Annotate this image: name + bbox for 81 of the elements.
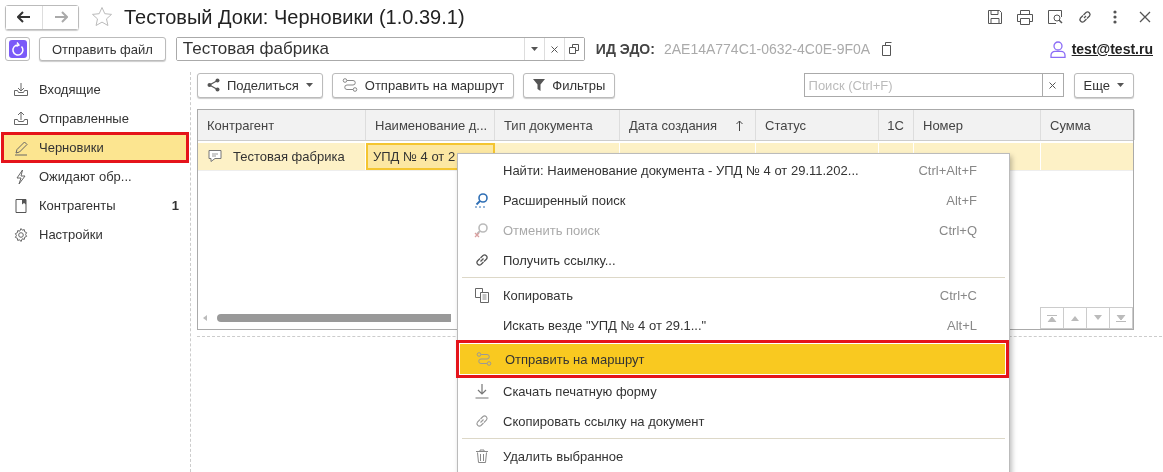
clear-search-button[interactable] [1041, 73, 1064, 97]
menu-item[interactable]: Копировать Ctrl+C [458, 280, 1005, 310]
column-header[interactable]: 1С [879, 110, 914, 140]
caret-icon [305, 83, 313, 87]
share-button[interactable]: Поделиться [197, 72, 323, 98]
first-page-icon [1047, 314, 1057, 322]
pencil-icon [13, 139, 29, 156]
organization-field[interactable]: Тестовая фабрика [175, 37, 585, 61]
shortcut-label: Ctrl+C [939, 287, 977, 303]
copy-pages-icon [474, 287, 490, 303]
magnifier-cross-icon [474, 222, 490, 238]
up-triangle-icon [1070, 315, 1080, 321]
close-icon [550, 45, 558, 53]
column-header[interactable]: Контрагент [198, 110, 366, 140]
close-icon [1049, 81, 1057, 89]
open-button[interactable] [563, 38, 584, 60]
forward-arrow-icon [53, 11, 68, 23]
preview-icon[interactable] [1046, 7, 1064, 27]
caret-icon [1117, 83, 1124, 87]
outbox-icon [13, 110, 29, 127]
sidebar-item[interactable]: Ожидают обр... [3, 163, 187, 190]
trash-icon [474, 448, 490, 464]
send-file-button[interactable]: Отправить файл [39, 37, 166, 61]
more-button[interactable]: Еще [1073, 72, 1134, 98]
send-route-button[interactable]: Отправить на маршрут [331, 72, 515, 98]
user-email-link[interactable]: test@test.ru [1071, 41, 1153, 57]
column-header[interactable]: Дата создания [620, 110, 756, 140]
route-icon [476, 351, 492, 367]
window-title: Тестовый Доки: Черновики (1.0.39.1) [124, 5, 466, 29]
save-icon[interactable] [986, 7, 1004, 27]
column-header[interactable]: Сумма [1041, 110, 1135, 140]
caret-icon [530, 47, 538, 51]
table-cell: Тестовая фабрика [233, 149, 345, 164]
menu-item[interactable]: Получить ссылку... [458, 245, 1005, 275]
last-page-icon [1116, 314, 1126, 322]
windows-icon [569, 44, 580, 54]
menu-item[interactable]: Расширенный поиск Alt+F [458, 185, 1005, 215]
edo-id-label: ИД ЭДО: [595, 41, 655, 57]
down-triangle-icon [1093, 315, 1103, 321]
lightning-icon [13, 168, 29, 185]
column-header[interactable]: Тип документа [495, 110, 620, 140]
share-icon [207, 78, 220, 92]
link-icon [474, 252, 490, 268]
inbox-icon [13, 81, 29, 98]
horizontal-scrollbar[interactable] [217, 314, 451, 322]
magnifier-icon [474, 192, 490, 208]
menu-item[interactable]: Искать везде "УПД № 4 от 29.1..." Alt+L [458, 310, 1005, 340]
shortcut-label: Ctrl+Alt+F [918, 162, 977, 178]
user-icon [1049, 40, 1066, 58]
sidebar-item[interactable]: Черновики [3, 134, 187, 161]
link-icon [474, 413, 490, 429]
table-cell: УПД № 4 от 2 [373, 149, 456, 164]
edo-id-value: 2AE14A774C1-0632-4C0E-9F0A [663, 41, 871, 57]
route-icon [341, 78, 358, 92]
column-header[interactable]: Номер [914, 110, 1041, 140]
download-icon [474, 383, 490, 399]
shortcut-label: Ctrl+Q [939, 222, 977, 238]
menu-item[interactable]: Скачать печатную форму [458, 376, 1005, 406]
refresh-button[interactable] [5, 37, 30, 61]
star-icon[interactable] [91, 6, 113, 28]
sidebar-item[interactable]: Входящие [3, 76, 187, 103]
sidebar-item[interactable]: Отправленные [3, 105, 187, 132]
sort-arrow-icon [736, 120, 743, 131]
search-field[interactable]: Поиск (Ctrl+F) [803, 73, 1042, 97]
column-header[interactable]: Наименование д... [366, 110, 495, 140]
back-arrow-icon [17, 11, 31, 23]
gear-icon [13, 226, 29, 243]
menu-item[interactable]: Скопировать ссылку на документ [458, 406, 1005, 436]
column-header[interactable]: Статус [756, 110, 879, 140]
filters-button[interactable]: Фильтры [523, 72, 616, 98]
filter-icon [533, 79, 546, 91]
print-icon[interactable] [1016, 7, 1034, 27]
shortcut-label: Alt+F [946, 192, 977, 208]
sidebar-item[interactable]: Настройки [3, 221, 187, 248]
back-button[interactable] [6, 5, 42, 29]
book-icon [13, 197, 29, 214]
menu-item[interactable]: Найти: Наименование документа - УПД № 4 от 29.11.202... Ctrl+Alt+F [458, 155, 1005, 185]
shortcut-label: Alt+L [947, 317, 977, 333]
sidebar-item[interactable]: Контрагенты 1 [3, 192, 187, 219]
count-label: 1 [171, 198, 179, 213]
menu-item[interactable]: Удалить выбранное [458, 441, 1005, 471]
